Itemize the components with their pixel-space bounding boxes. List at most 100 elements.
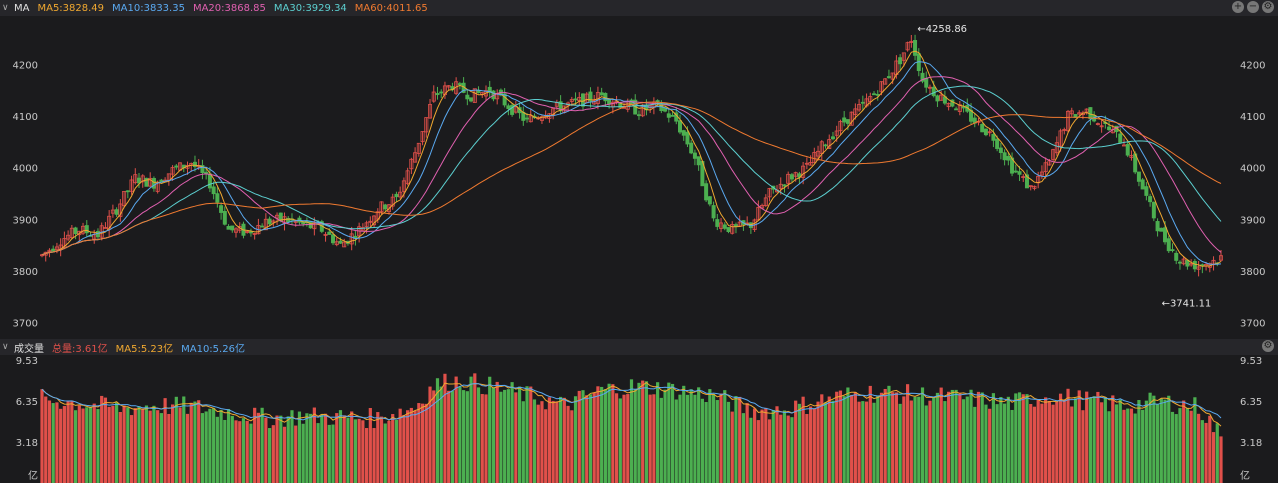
volume-bar <box>1122 409 1126 483</box>
candle-body <box>1017 171 1022 175</box>
volume-bar <box>614 393 619 483</box>
volume-bar <box>745 403 749 483</box>
volume-bar <box>1058 393 1063 483</box>
volume-bar <box>808 406 813 483</box>
volume-bar <box>1129 408 1134 483</box>
volume-indicator-0: 总量:3.61亿 <box>52 343 108 355</box>
volume-bar <box>756 420 760 483</box>
price-chart[interactable]: 4200 4200 4100 4100 4000 4000 3900 3900 3800 3800… <box>0 0 1278 339</box>
volume-bar <box>59 408 63 483</box>
volume-bar <box>331 424 335 483</box>
volume-bar <box>678 394 682 483</box>
candle-body <box>469 97 474 102</box>
volume-bar <box>364 428 369 483</box>
volume-bar <box>1010 409 1014 483</box>
volume-bar <box>454 376 458 483</box>
volume-bar <box>320 414 324 483</box>
candle-body <box>204 171 209 174</box>
volume-bar <box>749 417 753 483</box>
candle-body <box>696 156 701 166</box>
volume-bar <box>1133 413 1137 483</box>
candle-body <box>1177 261 1182 264</box>
volume-bar <box>1032 406 1037 483</box>
volume-bar <box>297 411 302 483</box>
volume-bar <box>185 413 190 483</box>
vol-unit-left: 亿 <box>28 469 38 482</box>
volume-bar <box>652 394 656 483</box>
y-tick-left: 3900 <box>13 215 38 226</box>
volume-bar <box>573 396 578 483</box>
volume-bar <box>954 389 958 483</box>
volume-bar <box>256 412 260 483</box>
volume-bar <box>111 405 115 483</box>
volume-bar <box>988 408 992 483</box>
volume-bar <box>980 392 984 483</box>
volume-bar <box>193 401 197 483</box>
volume-bar <box>939 387 943 483</box>
volume-bar <box>200 413 205 483</box>
candle-body <box>1118 133 1123 143</box>
volume-bar <box>525 386 529 483</box>
candle-body <box>1159 227 1164 232</box>
y-tick-right: 4200 <box>1240 60 1265 71</box>
volume-bar <box>1200 420 1204 483</box>
volume-bar <box>115 402 119 483</box>
volume-bar <box>1077 390 1081 483</box>
volume-bar <box>805 413 809 483</box>
volume-bar <box>230 415 234 483</box>
volume-bar <box>935 392 940 483</box>
volume-bar <box>495 381 499 483</box>
volume-bar <box>976 391 981 483</box>
candle-body <box>226 226 231 230</box>
candle-body <box>954 108 959 111</box>
volume-bar <box>1029 404 1033 483</box>
candle-body <box>1006 156 1011 161</box>
volume-bar <box>659 397 663 483</box>
vol-tick-left: 3.18 <box>16 438 38 449</box>
volume-bar <box>786 415 790 483</box>
volume-bar <box>424 403 428 483</box>
candle-body <box>1013 170 1018 173</box>
volume-bar <box>47 400 52 483</box>
volume-bar <box>917 396 921 483</box>
candle-body <box>73 227 78 235</box>
volume-bar <box>1167 395 1171 483</box>
volume-bar <box>100 395 104 483</box>
volume-chart[interactable]: 9.53 9.53 6.35 6.35 3.18 3.18 亿 亿 <box>0 355 1278 483</box>
volume-bar <box>197 400 201 483</box>
volume-bar <box>827 396 831 483</box>
settings-gear-icon[interactable]: ⚙ <box>1262 340 1274 352</box>
volume-bar <box>947 391 951 483</box>
candle-body <box>722 224 727 229</box>
volume-bar <box>383 423 387 483</box>
volume-bar <box>838 390 843 483</box>
candle-body <box>1166 238 1171 252</box>
volume-bar <box>469 376 473 483</box>
volume-bar <box>1114 404 1119 483</box>
volume-bar <box>835 391 839 483</box>
volume-bar <box>402 414 406 483</box>
volume-bar <box>234 420 238 483</box>
volume-bar <box>129 415 134 483</box>
volume-bar <box>70 400 74 483</box>
volume-bar <box>1096 391 1100 483</box>
volume-bar <box>1107 411 1111 483</box>
candle-body <box>267 218 272 225</box>
volume-bar <box>566 405 570 483</box>
volume-bar <box>943 401 947 483</box>
volume-bar <box>1185 407 1190 483</box>
volume-bar <box>682 385 686 483</box>
volume-bar <box>1100 402 1104 483</box>
volume-bar <box>771 410 775 483</box>
volume-bar <box>958 393 962 483</box>
volume-bar <box>995 404 999 483</box>
y-tick-right: 3700 <box>1240 319 1265 330</box>
volume-bar <box>782 410 787 483</box>
collapse-chevron-icon[interactable]: ∨ <box>2 342 12 352</box>
candle-body <box>457 83 462 86</box>
volume-bar <box>223 419 227 483</box>
volume-bar <box>51 403 55 483</box>
volume-bar <box>462 390 466 483</box>
volume-bar <box>697 387 701 483</box>
volume-bar <box>476 387 481 483</box>
